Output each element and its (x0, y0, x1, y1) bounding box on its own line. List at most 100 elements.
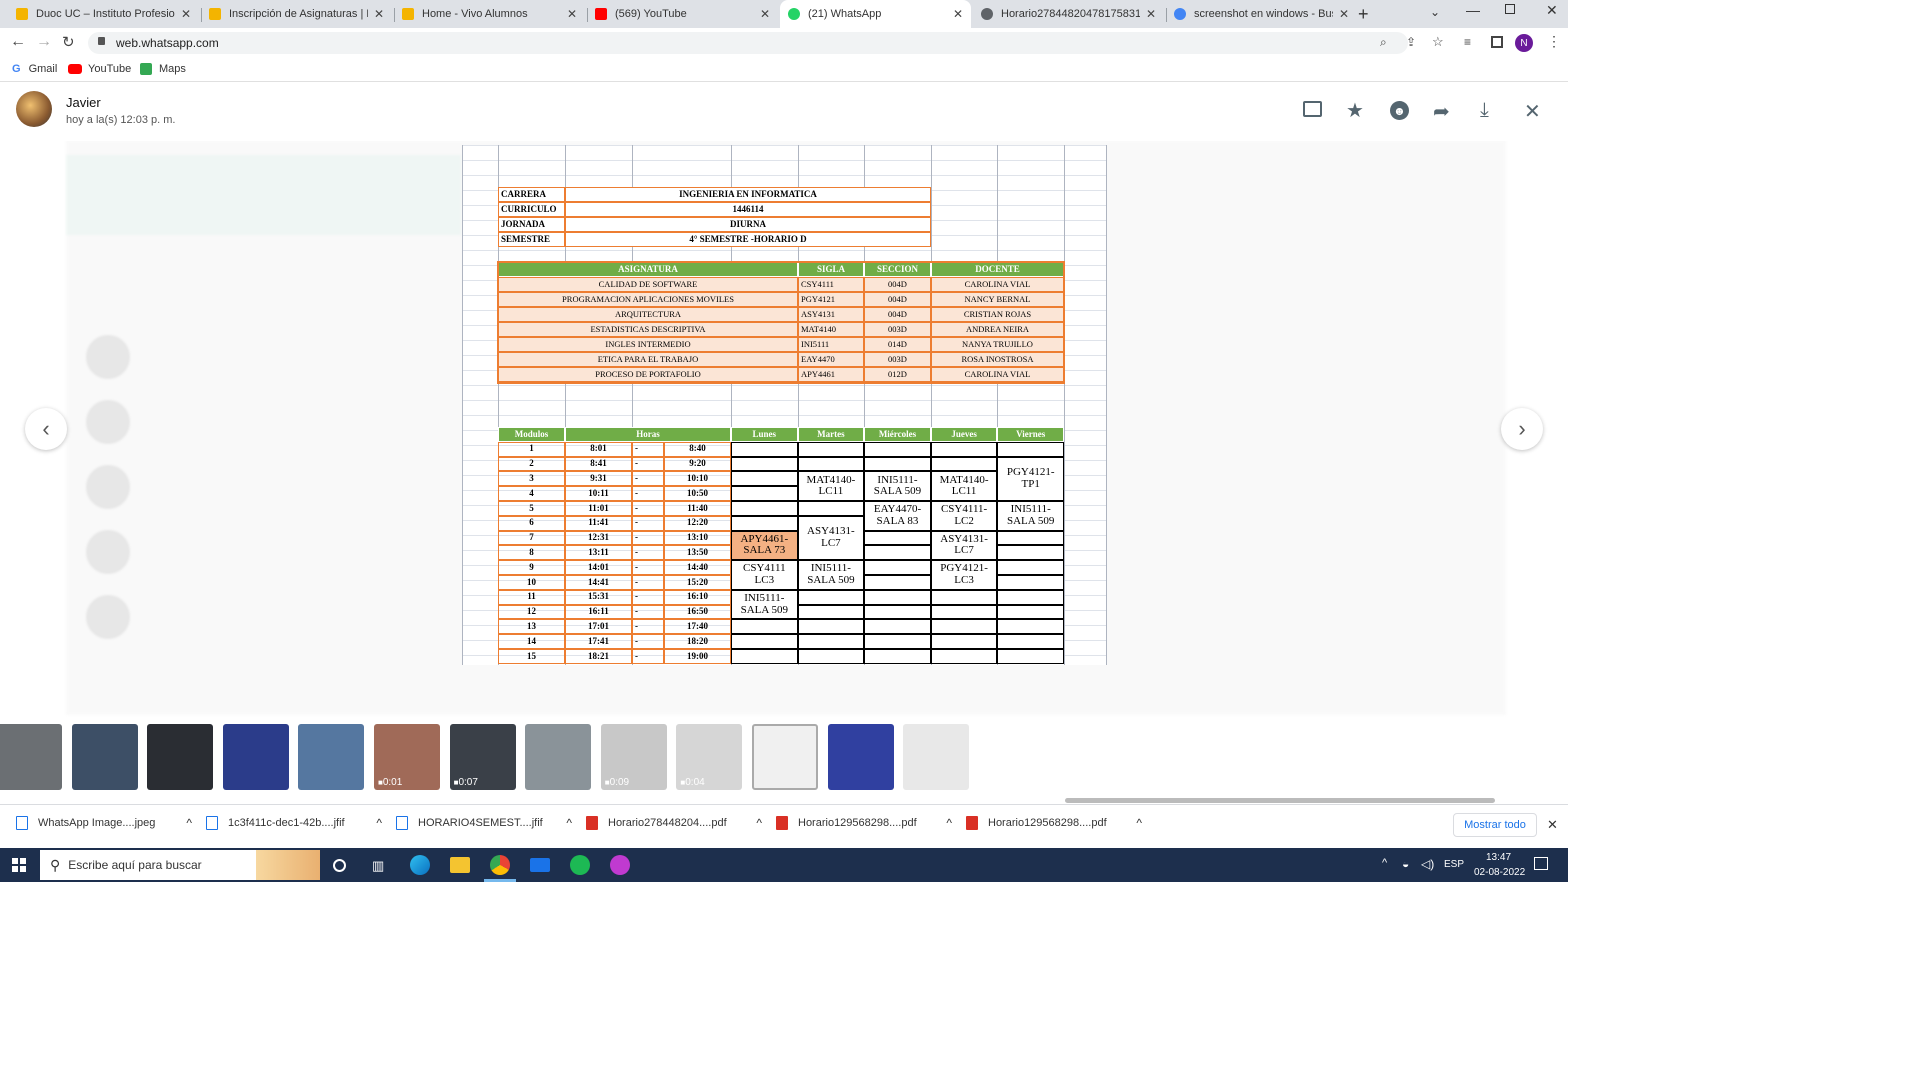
video-duration: ■ 0:01 (378, 777, 402, 788)
clock-time[interactable]: 13:47 (1486, 852, 1511, 863)
chrome-icon[interactable] (490, 855, 510, 875)
download-item[interactable]: Horario129568298....pdf ^ (776, 816, 952, 830)
previous-media-button[interactable]: ‹ (25, 408, 67, 450)
sender-avatar[interactable] (16, 91, 52, 127)
media-thumbnail[interactable] (298, 724, 365, 790)
download-item[interactable]: WhatsApp Image....jpeg ^ (16, 816, 192, 830)
profile-avatar[interactable]: N (1515, 34, 1533, 52)
media-icon[interactable]: ≡ (1464, 35, 1471, 49)
chevron-up-icon[interactable]: ^ (1136, 816, 1142, 830)
download-filename: Horario129568298....pdf (988, 817, 1107, 829)
menu-icon[interactable]: ⋮ (1547, 33, 1561, 50)
browser-tab[interactable]: screenshot en windows - Buscar ✕ (1166, 0, 1357, 28)
chevron-up-icon[interactable]: ^ (186, 816, 192, 830)
chevron-up-icon[interactable]: ^ (946, 816, 952, 830)
module-start: 10:11 (565, 486, 632, 501)
module-end: 14:40 (664, 560, 731, 575)
thumbnail-scrollbar[interactable] (1065, 798, 1495, 803)
schedule-slot (864, 530, 931, 546)
media-thumbnail[interactable] (147, 724, 214, 790)
close-tab-icon[interactable]: ✕ (567, 7, 577, 21)
bookmark-gmail[interactable]: G Gmail (12, 63, 57, 75)
forward-icon[interactable]: ➦ (1433, 99, 1450, 124)
tab-search-icon[interactable]: ⌄ (1430, 5, 1440, 19)
close-viewer-icon[interactable]: ✕ (1524, 99, 1541, 124)
notifications-icon[interactable] (1534, 857, 1548, 870)
side-panel-icon[interactable] (1491, 36, 1503, 48)
media-thumbnail[interactable] (903, 724, 970, 790)
browser-tab[interactable]: Duoc UC – Instituto Profesional ✕ (8, 0, 199, 28)
download-icon[interactable]: ⤓ (1480, 99, 1489, 122)
schedule-slot (864, 575, 931, 590)
media-thumbnail[interactable] (525, 724, 592, 790)
module-end: 12:20 (664, 515, 731, 531)
browser-tab[interactable]: (21) WhatsApp ✕ (780, 0, 971, 28)
media-thumbnail[interactable] (827, 724, 894, 790)
module-number: 11 (498, 589, 565, 605)
zoom-icon[interactable]: ⌕ (1380, 35, 1387, 50)
spotify-icon[interactable] (570, 855, 590, 875)
address-bar[interactable] (88, 32, 1408, 54)
close-tab-icon[interactable]: ✕ (1146, 7, 1156, 21)
network-icon[interactable]: ◒ (1402, 857, 1409, 871)
media-thumbnail[interactable] (0, 724, 62, 790)
close-downloads-icon[interactable]: ✕ (1547, 817, 1558, 833)
class-block: PGY4121- TP1 (997, 456, 1064, 501)
window-close-button[interactable]: ✕ (1546, 2, 1558, 19)
url-text[interactable]: web.whatsapp.com (116, 36, 219, 50)
download-item[interactable]: Horario278448204....pdf ^ (586, 816, 762, 830)
browser-tab[interactable]: Horario278448204781758317.p ✕ (973, 0, 1164, 28)
bookmark-maps[interactable]: Maps (140, 63, 186, 75)
close-tab-icon[interactable]: ✕ (374, 7, 384, 21)
back-button[interactable]: ← (10, 33, 26, 51)
edge-icon[interactable] (410, 855, 430, 875)
browser-tab[interactable]: (569) YouTube ✕ (587, 0, 778, 28)
mail-icon[interactable] (530, 858, 550, 872)
forward-button[interactable]: → (36, 33, 52, 51)
chat-app-icon[interactable] (610, 855, 630, 875)
minimize-button[interactable]: — (1466, 2, 1480, 18)
browser-tab[interactable]: Inscripción de Asignaturas | Duo ✕ (201, 0, 392, 28)
share-icon[interactable]: ⇪ (1406, 35, 1416, 49)
show-all-downloads-button[interactable]: Mostrar todo (1453, 813, 1537, 837)
task-view-icon[interactable]: ▥ (372, 858, 384, 874)
schedule-header-cell: Jueves (930, 427, 998, 442)
module-number: 3 (498, 471, 565, 487)
browser-tab[interactable]: Home - Vivo Alumnos ✕ (394, 0, 585, 28)
star-icon[interactable]: ★ (1346, 98, 1364, 123)
media-thumbnail[interactable]: ■ 0:01 (374, 724, 440, 790)
clock-date[interactable]: 02-08-2022 (1474, 867, 1525, 878)
media-thumbnail[interactable] (71, 724, 138, 790)
media-thumbnail[interactable]: ■ 0:07 (449, 724, 516, 790)
media-thumbnail[interactable] (752, 724, 818, 790)
schedule-slot (731, 486, 798, 501)
next-media-button[interactable]: › (1501, 408, 1543, 450)
restore-button[interactable] (1505, 4, 1515, 14)
close-tab-icon[interactable]: ✕ (760, 7, 770, 21)
reload-button[interactable]: ↻ (62, 33, 75, 51)
cortana-icon[interactable] (333, 859, 346, 872)
media-thumbnail[interactable] (222, 724, 289, 790)
tray-chevron-icon[interactable]: ^ (1382, 857, 1387, 869)
react-emoji-icon[interactable]: ☻ (1390, 101, 1409, 120)
volume-icon[interactable]: ◁) (1421, 857, 1434, 871)
reply-icon[interactable] (1303, 101, 1322, 117)
download-item[interactable]: Horario129568298....pdf ^ (966, 816, 1142, 830)
file-explorer-icon[interactable] (450, 857, 470, 873)
chevron-up-icon[interactable]: ^ (376, 816, 382, 830)
bookmark-youtube[interactable]: YouTube (68, 63, 131, 75)
download-item[interactable]: HORARIO4SEMEST....jfif ^ (396, 816, 572, 830)
new-tab-button[interactable]: + (1358, 4, 1369, 25)
media-thumbnail[interactable]: ■ 0:04 (676, 724, 743, 790)
chevron-up-icon[interactable]: ^ (756, 816, 762, 830)
download-item[interactable]: 1c3f411c-dec1-42b....jfif ^ (206, 816, 382, 830)
taskbar-search[interactable]: ⚲ Escribe aquí para buscar (40, 850, 320, 880)
bookmark-star-icon[interactable]: ☆ (1432, 34, 1444, 50)
chevron-up-icon[interactable]: ^ (566, 816, 572, 830)
close-tab-icon[interactable]: ✕ (181, 7, 191, 21)
media-thumbnail[interactable]: ■ 0:09 (600, 724, 667, 790)
windows-start-icon[interactable] (12, 858, 26, 872)
close-tab-icon[interactable]: ✕ (1339, 7, 1349, 21)
language-indicator[interactable]: ESP (1444, 859, 1464, 870)
close-tab-icon[interactable]: ✕ (953, 7, 963, 21)
